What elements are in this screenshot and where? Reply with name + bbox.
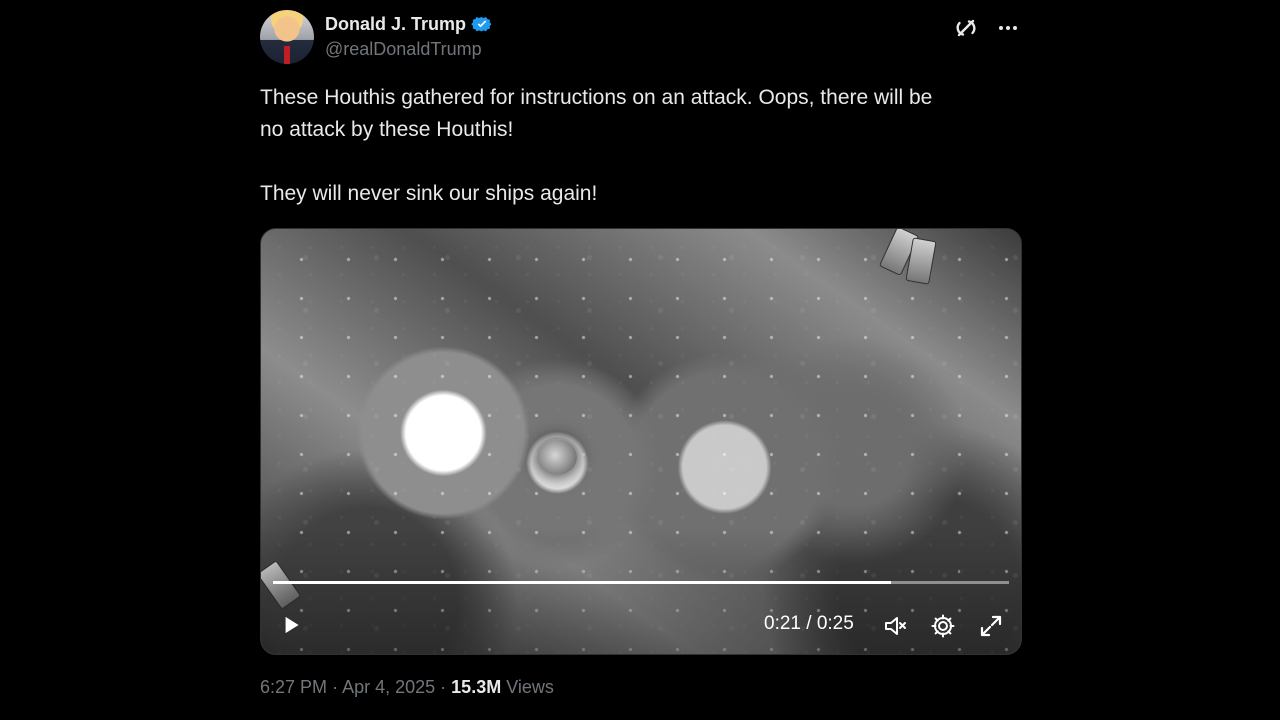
video-controls-shade [261,229,1021,654]
post-text: These Houthis gathered for instructions … [260,82,1030,210]
video-player[interactable]: 0:21 / 0:25 [260,228,1022,655]
fullscreen-icon[interactable] [977,612,1005,640]
more-icon[interactable] [996,16,1020,40]
post-header-actions [954,16,1020,40]
post-text-line: They will never sink our ships again! [260,182,598,205]
settings-icon[interactable] [929,612,957,640]
meta-separator: · [440,677,452,697]
post-header: Donald J. Trump @realDonaldTrump [260,10,1020,64]
video-progress-fill [273,581,892,584]
post-card: Donald J. Trump @realDonaldTrump These H… [260,0,1022,720]
avatar[interactable] [260,10,314,64]
post-text-line: no attack by these Houthis! [260,118,514,141]
post-date[interactable]: Apr 4, 2025 [342,677,435,697]
post-text-line: These Houthis gathered for instructions … [260,86,933,109]
views-label: Views [506,677,554,697]
verified-badge-icon [471,13,493,35]
grok-icon[interactable] [954,16,978,40]
play-icon[interactable] [278,612,304,638]
author-display-name[interactable]: Donald J. Trump [325,14,466,35]
author-name-row[interactable]: Donald J. Trump [325,12,493,36]
post-meta: 6:27 PM · Apr 4, 2025 · 15.3M Views [260,677,554,698]
view-count: 15.3M [451,677,502,697]
author-handle[interactable]: @realDonaldTrump [325,39,482,60]
mute-icon[interactable] [881,612,909,640]
video-controls: 0:21 / 0:25 [261,609,1021,643]
post-time[interactable]: 6:27 PM [260,677,327,697]
meta-separator: · [332,677,343,697]
video-progress-bar[interactable] [273,581,1009,584]
video-time: 0:21 / 0:25 [764,613,854,634]
